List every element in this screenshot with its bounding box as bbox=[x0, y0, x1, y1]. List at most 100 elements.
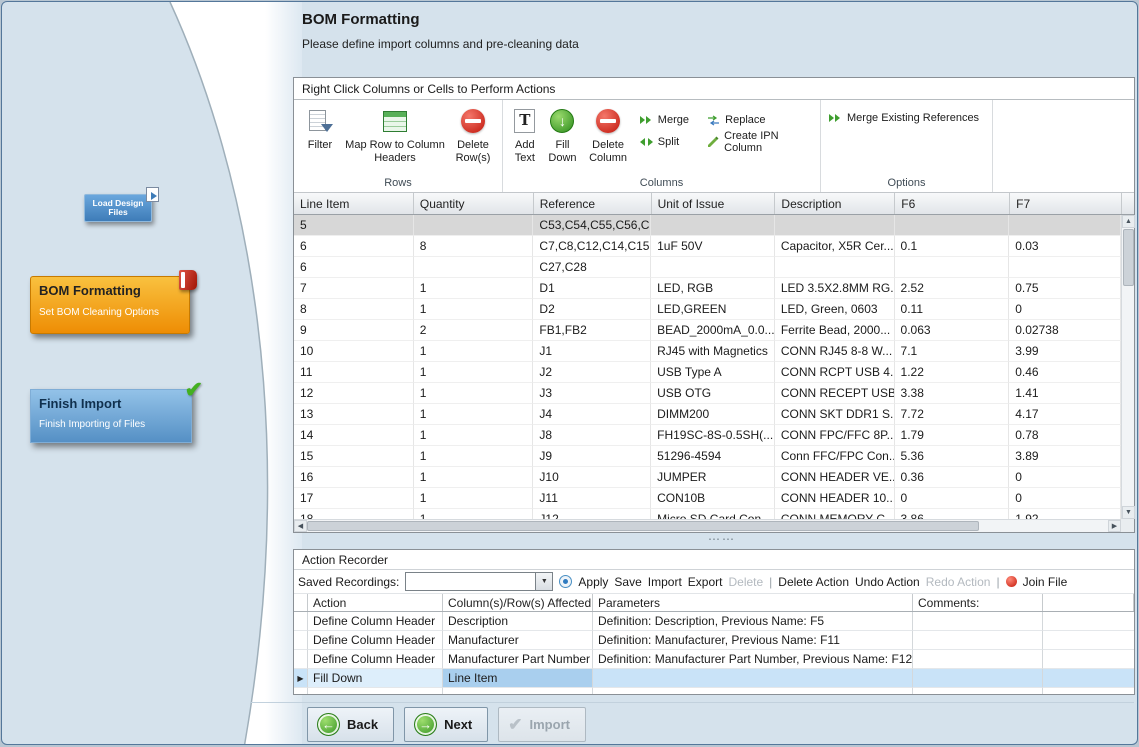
fill-down-button[interactable]: ↓ Fill Down bbox=[543, 104, 583, 167]
table-cell[interactable]: 0.1 bbox=[895, 236, 1010, 257]
replace-button[interactable]: Replace bbox=[707, 112, 818, 128]
table-cell[interactable]: 10 bbox=[294, 341, 414, 362]
table-cell[interactable]: LED, RGB bbox=[651, 278, 775, 299]
table-cell[interactable]: RJ45 with Magnetics bbox=[651, 341, 775, 362]
table-cell[interactable]: 0 bbox=[895, 488, 1010, 509]
recorder-cell[interactable]: Define Column Header bbox=[308, 612, 443, 631]
grid-column-header[interactable]: F7 bbox=[1010, 193, 1122, 214]
table-cell[interactable]: FB1,FB2 bbox=[533, 320, 651, 341]
table-cell[interactable]: 0.03 bbox=[1009, 236, 1121, 257]
step-finish-import[interactable]: Finish Import Finish Importing of Files … bbox=[30, 389, 192, 443]
merge-button[interactable]: Merge bbox=[640, 112, 701, 128]
table-cell[interactable]: 11 bbox=[294, 362, 414, 383]
export-button[interactable]: Export bbox=[688, 575, 723, 589]
table-cell[interactable] bbox=[895, 257, 1010, 278]
table-cell[interactable]: 0.02738 bbox=[1009, 320, 1121, 341]
grid-column-header[interactable]: Reference bbox=[534, 193, 652, 214]
scroll-up-button[interactable]: ▲ bbox=[1122, 215, 1135, 228]
scroll-down-button[interactable]: ▼ bbox=[1122, 506, 1135, 519]
table-cell[interactable] bbox=[414, 215, 534, 236]
table-row[interactable]: 121J3USB OTGCONN RECEPT USB...3.381.41 bbox=[294, 383, 1121, 404]
recorder-cell[interactable] bbox=[913, 650, 1043, 669]
table-cell[interactable]: 0 bbox=[1009, 299, 1121, 320]
table-row[interactable]: 171J11CON10BCONN HEADER 10...00 bbox=[294, 488, 1121, 509]
table-cell[interactable]: 0.46 bbox=[1009, 362, 1121, 383]
table-cell[interactable]: D1 bbox=[533, 278, 651, 299]
table-cell[interactable] bbox=[775, 215, 895, 236]
recorder-cell[interactable]: Line Item bbox=[443, 669, 593, 688]
table-cell[interactable]: 0 bbox=[1009, 488, 1121, 509]
table-cell[interactable]: J2 bbox=[533, 362, 651, 383]
table-cell[interactable]: 1 bbox=[414, 467, 534, 488]
table-row[interactable]: 68C7,C8,C12,C14,C15,...1uF 50VCapacitor,… bbox=[294, 236, 1121, 257]
join-file-button[interactable]: Join File bbox=[1023, 575, 1068, 589]
recorder-row[interactable]: Define Column HeaderDescriptionDefinitio… bbox=[294, 612, 1134, 631]
table-row[interactable]: 92FB1,FB2BEAD_2000mA_0.0...Ferrite Bead,… bbox=[294, 320, 1121, 341]
table-cell[interactable]: 18 bbox=[294, 509, 414, 519]
recorder-cell[interactable] bbox=[593, 669, 913, 688]
recorder-cell[interactable]: Description bbox=[443, 612, 593, 631]
table-cell[interactable]: Conn FFC/FPC Con... bbox=[775, 446, 895, 467]
recorder-column-header[interactable]: Comments: bbox=[913, 594, 1043, 611]
table-cell[interactable]: 1 bbox=[414, 299, 534, 320]
table-cell[interactable]: CONN SKT DDR1 S... bbox=[775, 404, 895, 425]
table-cell[interactable]: J9 bbox=[533, 446, 651, 467]
table-cell[interactable]: 14 bbox=[294, 425, 414, 446]
table-cell[interactable]: LED 3.5X2.8MM RG... bbox=[775, 278, 895, 299]
table-cell[interactable]: USB Type A bbox=[651, 362, 775, 383]
grid-column-header[interactable]: Quantity bbox=[414, 193, 534, 214]
table-cell[interactable] bbox=[651, 215, 775, 236]
recorder-row[interactable]: Define Column HeaderManufacturerDefiniti… bbox=[294, 631, 1134, 650]
import-recording-button[interactable]: Import bbox=[648, 575, 682, 589]
table-cell[interactable] bbox=[414, 257, 534, 278]
table-cell[interactable]: 1 bbox=[414, 362, 534, 383]
vertical-scrollbar[interactable]: ▲ ▼ bbox=[1121, 215, 1134, 519]
recorder-cell[interactable]: Define Column Header bbox=[308, 631, 443, 650]
back-button[interactable]: ← Back bbox=[307, 707, 394, 742]
map-row-to-column-headers-button[interactable]: Map Row to Column Headers bbox=[342, 104, 448, 167]
table-cell[interactable]: 1.41 bbox=[1009, 383, 1121, 404]
table-cell[interactable]: FH19SC-8S-0.5SH(... bbox=[651, 425, 775, 446]
table-cell[interactable]: CONN RJ45 8-8 W... bbox=[775, 341, 895, 362]
grid-column-header[interactable]: Line Item bbox=[294, 193, 414, 214]
table-cell[interactable]: 2.52 bbox=[895, 278, 1010, 299]
table-row[interactable]: 81D2LED,GREENLED, Green, 06030.110 bbox=[294, 299, 1121, 320]
table-cell[interactable]: 1uF 50V bbox=[651, 236, 775, 257]
table-cell[interactable]: 8 bbox=[294, 299, 414, 320]
table-cell[interactable]: 1 bbox=[414, 341, 534, 362]
table-cell[interactable]: 51296-4594 bbox=[651, 446, 775, 467]
recorder-row[interactable]: ▶Fill DownLine Item bbox=[294, 669, 1134, 688]
table-cell[interactable]: 3.89 bbox=[1009, 446, 1121, 467]
table-cell[interactable]: C7,C8,C12,C14,C15,... bbox=[533, 236, 651, 257]
table-cell[interactable]: Ferrite Bead, 2000... bbox=[775, 320, 895, 341]
table-cell[interactable]: 1.92 bbox=[1009, 509, 1121, 519]
recorder-cell[interactable]: Definition: Manufacturer Part Number, Pr… bbox=[593, 650, 913, 669]
table-cell[interactable]: 1 bbox=[414, 404, 534, 425]
table-row[interactable]: 71D1LED, RGBLED 3.5X2.8MM RG...2.520.75 bbox=[294, 278, 1121, 299]
save-button[interactable]: Save bbox=[614, 575, 641, 589]
table-cell[interactable]: 1 bbox=[414, 278, 534, 299]
table-cell[interactable] bbox=[1009, 257, 1121, 278]
delete-action-button[interactable]: Delete Action bbox=[778, 575, 849, 589]
table-cell[interactable]: J4 bbox=[533, 404, 651, 425]
table-row[interactable]: 6C27,C28 bbox=[294, 257, 1121, 278]
table-cell[interactable]: 0.75 bbox=[1009, 278, 1121, 299]
recorder-cell[interactable]: Definition: Manufacturer, Previous Name:… bbox=[593, 631, 913, 650]
table-cell[interactable]: 0.063 bbox=[895, 320, 1010, 341]
table-cell[interactable]: 1 bbox=[414, 383, 534, 404]
recorder-column-header[interactable]: Parameters bbox=[593, 594, 913, 611]
table-cell[interactable]: DIMM200 bbox=[651, 404, 775, 425]
merge-existing-references-button[interactable]: Merge Existing References bbox=[829, 110, 992, 126]
table-cell[interactable]: CONN MEMORY C... bbox=[775, 509, 895, 519]
table-cell[interactable]: 6 bbox=[294, 236, 414, 257]
table-cell[interactable]: LED, Green, 0603 bbox=[775, 299, 895, 320]
table-cell[interactable]: 1.79 bbox=[895, 425, 1010, 446]
table-cell[interactable]: 7 bbox=[294, 278, 414, 299]
table-cell[interactable] bbox=[775, 257, 895, 278]
table-cell[interactable]: 0.78 bbox=[1009, 425, 1121, 446]
table-cell[interactable]: J8 bbox=[533, 425, 651, 446]
table-cell[interactable]: 12 bbox=[294, 383, 414, 404]
delete-column-button[interactable]: Delete Column bbox=[582, 104, 634, 167]
table-row[interactable]: 111J2USB Type ACONN RCPT USB 4...1.220.4… bbox=[294, 362, 1121, 383]
scroll-right-button[interactable]: ▶ bbox=[1108, 520, 1121, 532]
